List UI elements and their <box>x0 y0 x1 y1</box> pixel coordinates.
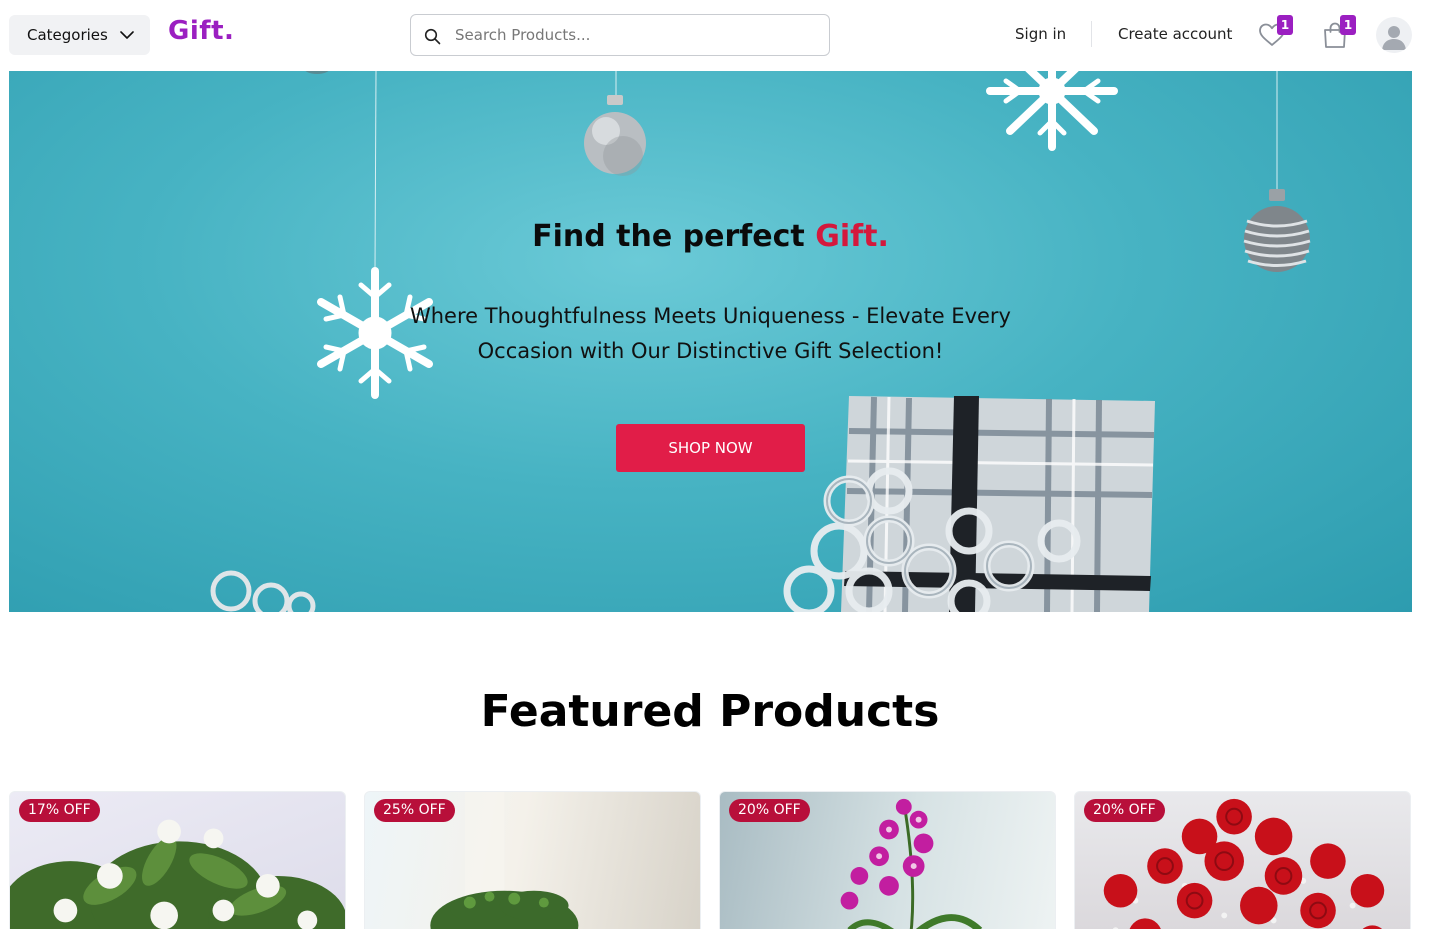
hero-title-accent: Gift. <box>815 219 889 254</box>
header-divider <box>1091 21 1092 47</box>
search-bar <box>410 14 830 56</box>
site-logo[interactable]: Gift. <box>168 16 234 46</box>
categories-label: Categories <box>27 26 108 44</box>
product-card[interactable]: 25% OFF <box>364 791 701 929</box>
hero-title: Find the perfect Gift. <box>9 219 1412 254</box>
gift-box-image <box>783 396 1155 612</box>
shop-now-button[interactable]: SHOP NOW <box>616 424 805 472</box>
hero-subtitle: Where Thoughtfulness Meets Uniqueness - … <box>409 304 1011 363</box>
featured-products-heading: Featured Products <box>480 686 940 737</box>
discount-badge: 25% OFF <box>374 799 455 822</box>
discount-badge: 17% OFF <box>19 799 100 822</box>
discount-badge: 20% OFF <box>1084 799 1165 822</box>
search-icon <box>424 28 441 45</box>
wishlist-button[interactable]: 1 <box>1257 15 1293 50</box>
product-card[interactable]: 17% OFF <box>9 791 346 929</box>
site-header: Categories Gift. Sign in Create account … <box>0 0 1453 70</box>
chevron-down-icon <box>120 31 134 39</box>
ribbon-curl-image <box>210 570 316 612</box>
hero-banner: Find the perfect Gift. Where Thoughtfuln… <box>9 71 1412 612</box>
categories-dropdown[interactable]: Categories <box>9 15 150 55</box>
product-card[interactable]: 20% OFF <box>719 791 1056 929</box>
snowflake-right-image <box>986 71 1118 151</box>
user-avatar[interactable] <box>1376 17 1412 53</box>
create-account-link[interactable]: Create account <box>1118 25 1232 43</box>
discount-badge: 20% OFF <box>729 799 810 822</box>
hero-title-prefix: Find the perfect <box>532 219 816 254</box>
silver-ornament-image <box>584 95 646 176</box>
cart-count-badge: 1 <box>1340 15 1356 35</box>
product-card[interactable]: 20% OFF <box>1074 791 1411 929</box>
wishlist-count-badge: 1 <box>1277 15 1293 35</box>
cart-button[interactable]: 1 <box>1320 15 1356 50</box>
sign-in-link[interactable]: Sign in <box>1015 25 1066 43</box>
user-icon <box>1382 26 1406 50</box>
search-input[interactable] <box>455 24 815 46</box>
